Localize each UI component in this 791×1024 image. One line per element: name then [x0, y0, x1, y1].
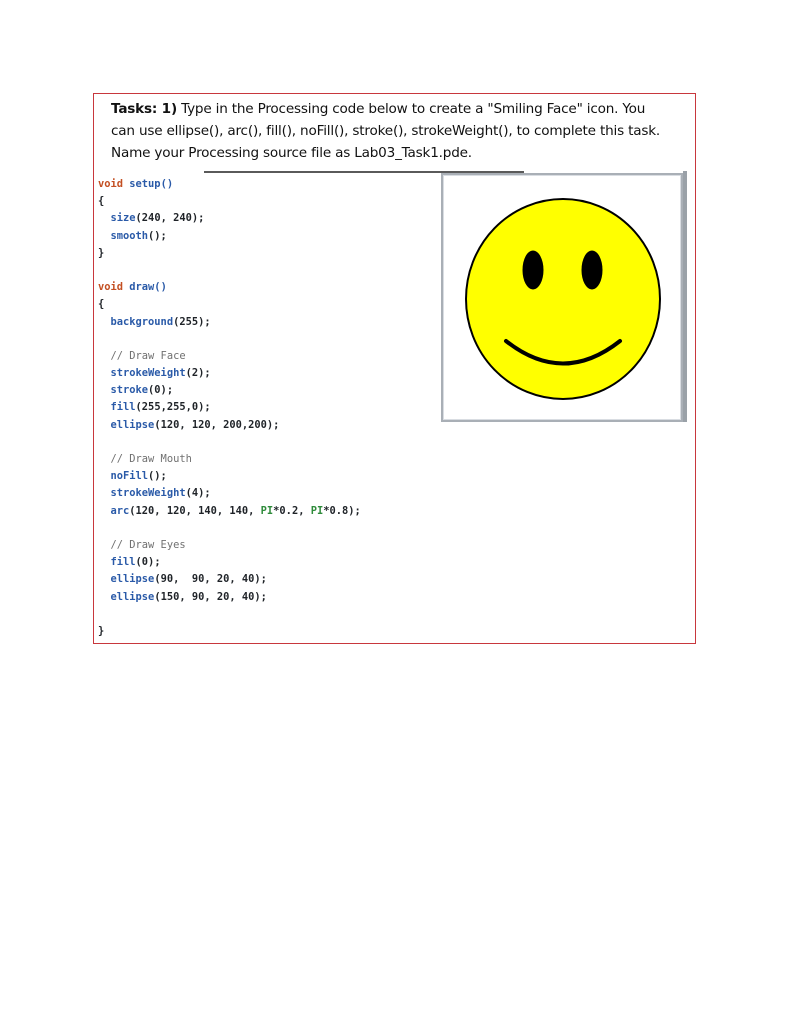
code-function: draw()	[123, 281, 167, 294]
right-eye	[581, 250, 603, 290]
code-function: setup()	[123, 178, 174, 190]
code-function: strokeWeight	[98, 367, 186, 380]
code-line: strokeWeight(2);	[98, 365, 361, 382]
code-line: noFill();	[98, 468, 361, 485]
code-function: strokeWeight	[98, 487, 186, 500]
code-function: ellipse	[98, 418, 155, 431]
code-args: (255);	[173, 315, 211, 328]
task-label: Tasks: 1)	[111, 101, 177, 117]
code-args: (120, 120, 140, 140,	[129, 504, 261, 517]
code-line: fill(0);	[98, 554, 361, 571]
code-function: size	[98, 212, 136, 225]
code-args: (240, 240);	[135, 212, 205, 225]
task-line-1-text: Type in the Processing code below to cre…	[176, 101, 646, 117]
code-function: arc	[98, 504, 130, 517]
code-line: strokeWeight(4);	[98, 485, 361, 502]
code-args: (2);	[185, 367, 211, 380]
code-comment: // Draw Mouth	[98, 453, 192, 465]
code-function: fill	[98, 556, 136, 569]
code-line: ellipse(90, 90, 20, 40);	[98, 571, 361, 588]
code-args: *0.8);	[323, 504, 361, 517]
code-line: void setup()	[98, 176, 361, 193]
code-args: (4);	[185, 487, 211, 500]
code-args: (0);	[148, 384, 174, 397]
code-line: {	[98, 195, 105, 208]
sketch-output-window	[441, 171, 687, 422]
left-eye	[522, 250, 544, 290]
code-line: }	[98, 624, 105, 637]
code-function: ellipse	[98, 590, 155, 603]
code-args: ();	[148, 229, 167, 242]
code-line: ellipse(120, 120, 200,200);	[98, 417, 361, 434]
code-comment: // Draw Eyes	[98, 538, 186, 551]
code-function: fill	[98, 401, 136, 414]
code-line: background(255);	[98, 314, 361, 331]
code-line: stroke(0);	[98, 382, 361, 399]
smiling-face-icon	[465, 198, 661, 400]
code-constant: PI	[310, 504, 324, 517]
code-constant: PI	[260, 504, 274, 517]
code-args: (255,255,0);	[135, 401, 211, 414]
code-function: ellipse	[98, 573, 155, 586]
code-args: (150, 90, 20, 40);	[154, 590, 267, 603]
code-args: ();	[148, 470, 167, 483]
code-function: stroke	[98, 384, 149, 397]
code-args: (120, 120, 200,200);	[154, 418, 280, 431]
task-instructions: Tasks: 1) Type in the Processing code be…	[111, 98, 691, 164]
task-line-3: Name your Processing source file as Lab0…	[111, 145, 472, 161]
code-args: (0);	[135, 556, 161, 569]
code-line: size(240, 240);	[98, 210, 361, 227]
code-args: *0.2,	[273, 504, 311, 517]
code-args: (90, 90, 20, 40);	[154, 573, 267, 586]
code-listing: void setup() { size(240, 240); smooth();…	[98, 176, 361, 640]
code-keyword: void	[98, 178, 124, 190]
code-line: fill(255,255,0);	[98, 399, 361, 416]
code-line: void draw()	[98, 279, 361, 296]
face-circle	[465, 198, 661, 400]
code-function: noFill	[98, 470, 149, 483]
code-function: smooth	[98, 229, 149, 242]
code-line: arc(120, 120, 140, 140, PI*0.2, PI*0.8);	[98, 503, 361, 520]
code-keyword: void	[98, 281, 124, 294]
task-line-1: Tasks: 1) Type in the Processing code be…	[111, 98, 691, 120]
code-function: background	[98, 315, 174, 328]
task-box: Tasks: 1) Type in the Processing code be…	[93, 93, 696, 644]
code-line: ellipse(150, 90, 20, 40);	[98, 589, 361, 606]
code-line: {	[98, 298, 105, 311]
code-comment: // Draw Face	[98, 349, 186, 362]
code-line: smooth();	[98, 228, 361, 245]
task-line-2: can use ellipse(), arc(), fill(), noFill…	[111, 123, 661, 139]
code-line: }	[98, 246, 105, 259]
